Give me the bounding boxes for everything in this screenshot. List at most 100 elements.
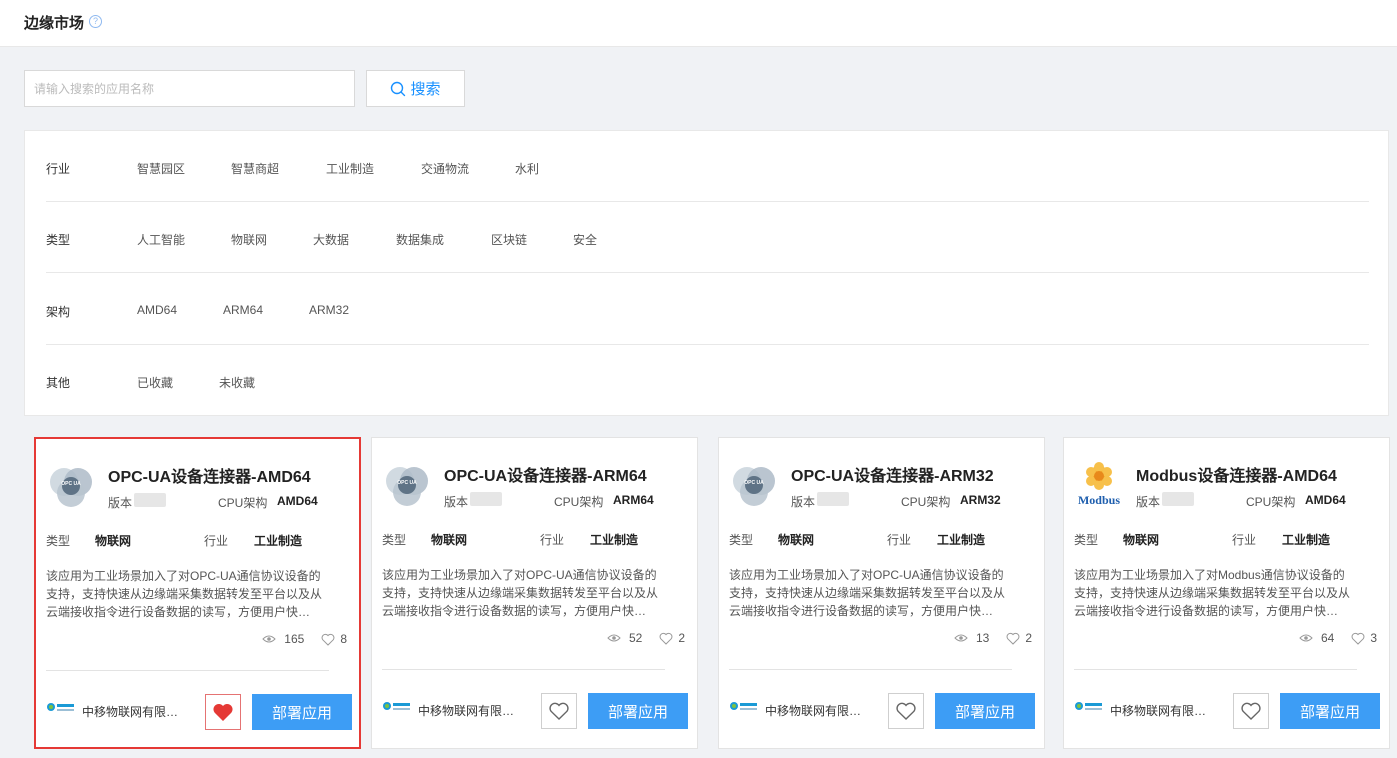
filter-option[interactable]: 人工智能 [137, 231, 185, 248]
eye-icon [262, 635, 276, 643]
company-name: 中移物联网有限公司 [418, 704, 518, 718]
svg-text:OPC UA: OPC UA [397, 480, 417, 486]
cpu-label: CPU架构 [554, 495, 604, 509]
view-count: 13 [975, 631, 990, 645]
app-card[interactable]: OPC UA OPC-UA设备连接器-ARM32 版本 CPU架构 ARM32 … [718, 437, 1045, 749]
company-name: 中移物联网有限公司 [82, 705, 182, 719]
eye-icon [954, 634, 968, 642]
heart-outline-icon [321, 633, 335, 646]
search-input[interactable] [24, 70, 355, 107]
industry-value: 工业制造 [254, 534, 303, 548]
card-divider [729, 669, 1012, 670]
card-divider [1074, 669, 1357, 670]
filter-label: 架构 [46, 305, 71, 319]
filter-row-other: 其他 已收藏 未收藏 [46, 345, 1369, 416]
card-divider [382, 669, 665, 670]
filter-option[interactable]: 交通物流 [421, 160, 469, 177]
view-count: 64 [1320, 631, 1335, 645]
eye-icon [1299, 634, 1313, 642]
type-label: 类型 [46, 534, 71, 548]
filter-panel: 行业 智慧园区 智慧商超 工业制造 交通物流 水利 类型 人工智能 物联网 大数… [24, 130, 1389, 416]
page-title: 边缘市场 [24, 15, 85, 32]
deploy-button[interactable]: 部署应用 [1280, 693, 1380, 729]
industry-value: 工业制造 [937, 533, 986, 547]
filter-label: 行业 [46, 162, 71, 176]
card-title: OPC-UA设备连接器-ARM64 [444, 468, 647, 485]
filter-option[interactable]: 大数据 [313, 231, 349, 248]
eye-icon [607, 634, 621, 642]
filter-option[interactable]: 水利 [515, 160, 539, 177]
app-card[interactable]: OPC UA OPC-UA设备连接器-ARM64 版本 CPU架构 ARM64 … [371, 437, 698, 749]
industry-label: 行业 [1232, 533, 1257, 547]
favorite-button[interactable] [888, 693, 924, 729]
cpu-label: CPU架构 [901, 495, 951, 509]
svg-text:Modbus: Modbus [1078, 493, 1120, 507]
app-card[interactable]: OPC UA OPC-UA设备连接器-AMD64 版本 CPU架构 AMD64 … [34, 437, 361, 749]
filter-row-type: 类型 人工智能 物联网 大数据 数据集成 区块链 安全 [46, 202, 1369, 273]
industry-value: 工业制造 [590, 533, 639, 547]
filter-option[interactable]: 物联网 [231, 231, 267, 248]
type-label: 类型 [382, 533, 407, 547]
cpu-label: CPU架构 [1246, 495, 1296, 509]
type-value: 物联网 [1123, 533, 1160, 547]
modbus-logo-icon: Modbus [1078, 462, 1120, 507]
version-value-redacted [470, 492, 502, 506]
industry-label: 行业 [540, 533, 565, 547]
version-label: 版本 [791, 495, 816, 509]
question-circle-icon[interactable]: ? [89, 15, 102, 28]
filter-label: 其他 [46, 376, 71, 390]
cpu-label: CPU架构 [218, 496, 268, 510]
filter-option[interactable]: 工业制造 [326, 160, 374, 177]
version-label: 版本 [108, 496, 133, 510]
favorite-button[interactable] [1233, 693, 1269, 729]
filter-option[interactable]: 已收藏 [137, 374, 173, 391]
heart-outline-icon [1241, 702, 1261, 720]
filter-option[interactable]: ARM64 [223, 303, 263, 317]
version-value-redacted [134, 493, 166, 507]
cpu-value: AMD64 [1305, 493, 1346, 507]
version-label: 版本 [444, 495, 469, 509]
cpu-value: ARM32 [960, 493, 1001, 507]
type-value: 物联网 [778, 533, 815, 547]
opc-ua-logo-icon: OPC UA [386, 467, 428, 506]
view-count: 165 [284, 632, 305, 646]
filter-option[interactable]: ARM32 [309, 303, 349, 317]
app-card[interactable]: Modbus Modbus设备连接器-AMD64 版本 CPU架构 AMD64 … [1063, 437, 1390, 749]
search-button[interactable]: 搜索 [366, 70, 465, 107]
heart-outline-icon [1351, 632, 1365, 645]
card-stats: 165 8 [262, 632, 347, 646]
heart-outline-icon [896, 702, 916, 720]
like-count: 8 [340, 632, 347, 646]
deploy-button[interactable]: 部署应用 [588, 693, 688, 729]
china-mobile-logo-icon [47, 703, 74, 711]
filter-label: 类型 [46, 233, 71, 247]
filter-option[interactable]: 区块链 [491, 231, 527, 248]
card-stats: 13 2 [954, 631, 1032, 645]
view-count: 52 [628, 631, 643, 645]
filter-option[interactable]: 智慧园区 [137, 160, 185, 177]
type-value: 物联网 [95, 534, 132, 548]
filter-option[interactable]: AMD64 [137, 303, 177, 317]
like-count: 2 [1025, 631, 1032, 645]
filter-option[interactable]: 安全 [573, 231, 597, 248]
heart-filled-icon [213, 703, 233, 721]
card-divider [46, 670, 329, 671]
company-name: 中移物联网有限公司 [1110, 704, 1210, 718]
svg-text:OPC UA: OPC UA [744, 480, 764, 486]
china-mobile-logo-icon [383, 702, 410, 710]
opc-ua-logo-icon: OPC UA [50, 468, 92, 507]
type-value: 物联网 [431, 533, 468, 547]
favorite-button[interactable] [205, 694, 241, 730]
filter-option[interactable]: 智慧商超 [231, 160, 279, 177]
card-title: OPC-UA设备连接器-AMD64 [108, 469, 311, 486]
deploy-button[interactable]: 部署应用 [935, 693, 1035, 729]
filter-row-arch: 架构 AMD64 ARM64 ARM32 [46, 274, 1369, 345]
version-label: 版本 [1136, 495, 1161, 509]
filter-option[interactable]: 未收藏 [219, 374, 255, 391]
filter-option[interactable]: 数据集成 [396, 231, 444, 248]
opc-ua-logo-icon: OPC UA [733, 467, 775, 506]
favorite-button[interactable] [541, 693, 577, 729]
china-mobile-logo-icon [730, 702, 757, 710]
card-stats: 64 3 [1299, 631, 1377, 645]
deploy-button[interactable]: 部署应用 [252, 694, 352, 730]
